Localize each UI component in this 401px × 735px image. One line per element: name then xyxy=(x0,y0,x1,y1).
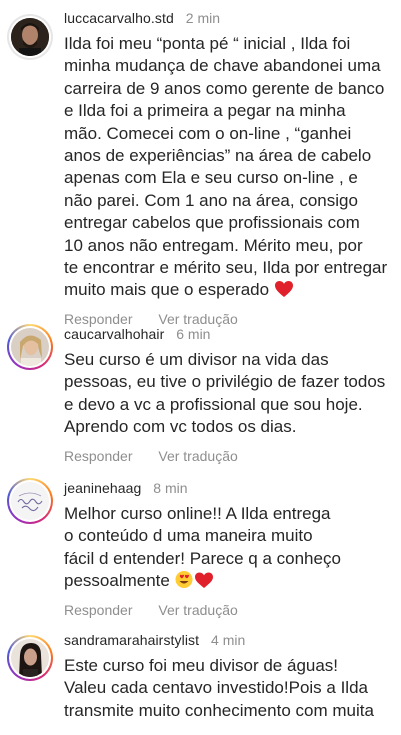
comment-username[interactable]: caucarvalhohair xyxy=(64,326,164,342)
comment-username[interactable]: luccacarvalho.std xyxy=(64,10,174,26)
comment-text: Ilda foi meu “ponta pé “ inicial , Ilda … xyxy=(64,34,388,300)
heart-eyes-and-red-heart-icon xyxy=(175,571,213,589)
see-translation-button[interactable]: Ver tradução xyxy=(158,447,237,465)
person-photo-icon xyxy=(11,18,49,56)
person-photo-icon xyxy=(11,639,49,677)
avatar-image xyxy=(11,639,49,677)
red-heart-icon xyxy=(274,281,293,298)
comment-time: 4 min xyxy=(211,632,246,648)
comment-text: Este curso foi meu divisor de águas! Val… xyxy=(64,656,374,720)
signature-logo-icon xyxy=(11,482,49,520)
avatar[interactable] xyxy=(7,478,53,524)
comment-time: 6 min xyxy=(176,326,211,342)
reply-button[interactable]: Responder xyxy=(64,447,133,465)
avatar-image xyxy=(11,328,49,366)
avatar[interactable] xyxy=(7,635,53,681)
comment-time: 8 min xyxy=(153,480,188,496)
comment-time: 2 min xyxy=(185,10,220,26)
reply-button[interactable]: Responder xyxy=(64,601,133,619)
comment-username[interactable]: jeaninehaag xyxy=(64,480,141,496)
see-translation-button[interactable]: Ver tradução xyxy=(158,601,237,619)
person-photo-icon xyxy=(11,328,49,366)
comment-username[interactable]: sandramarahairstylist xyxy=(64,632,199,648)
comment-text: Seu curso é um divisor na vida das pesso… xyxy=(64,350,386,437)
avatar[interactable] xyxy=(7,324,53,370)
avatar-image xyxy=(11,18,49,56)
avatar[interactable] xyxy=(7,14,53,60)
comment-text: Melhor curso online!! A Ilda entrega o c… xyxy=(64,504,341,591)
avatar-image xyxy=(11,482,49,520)
